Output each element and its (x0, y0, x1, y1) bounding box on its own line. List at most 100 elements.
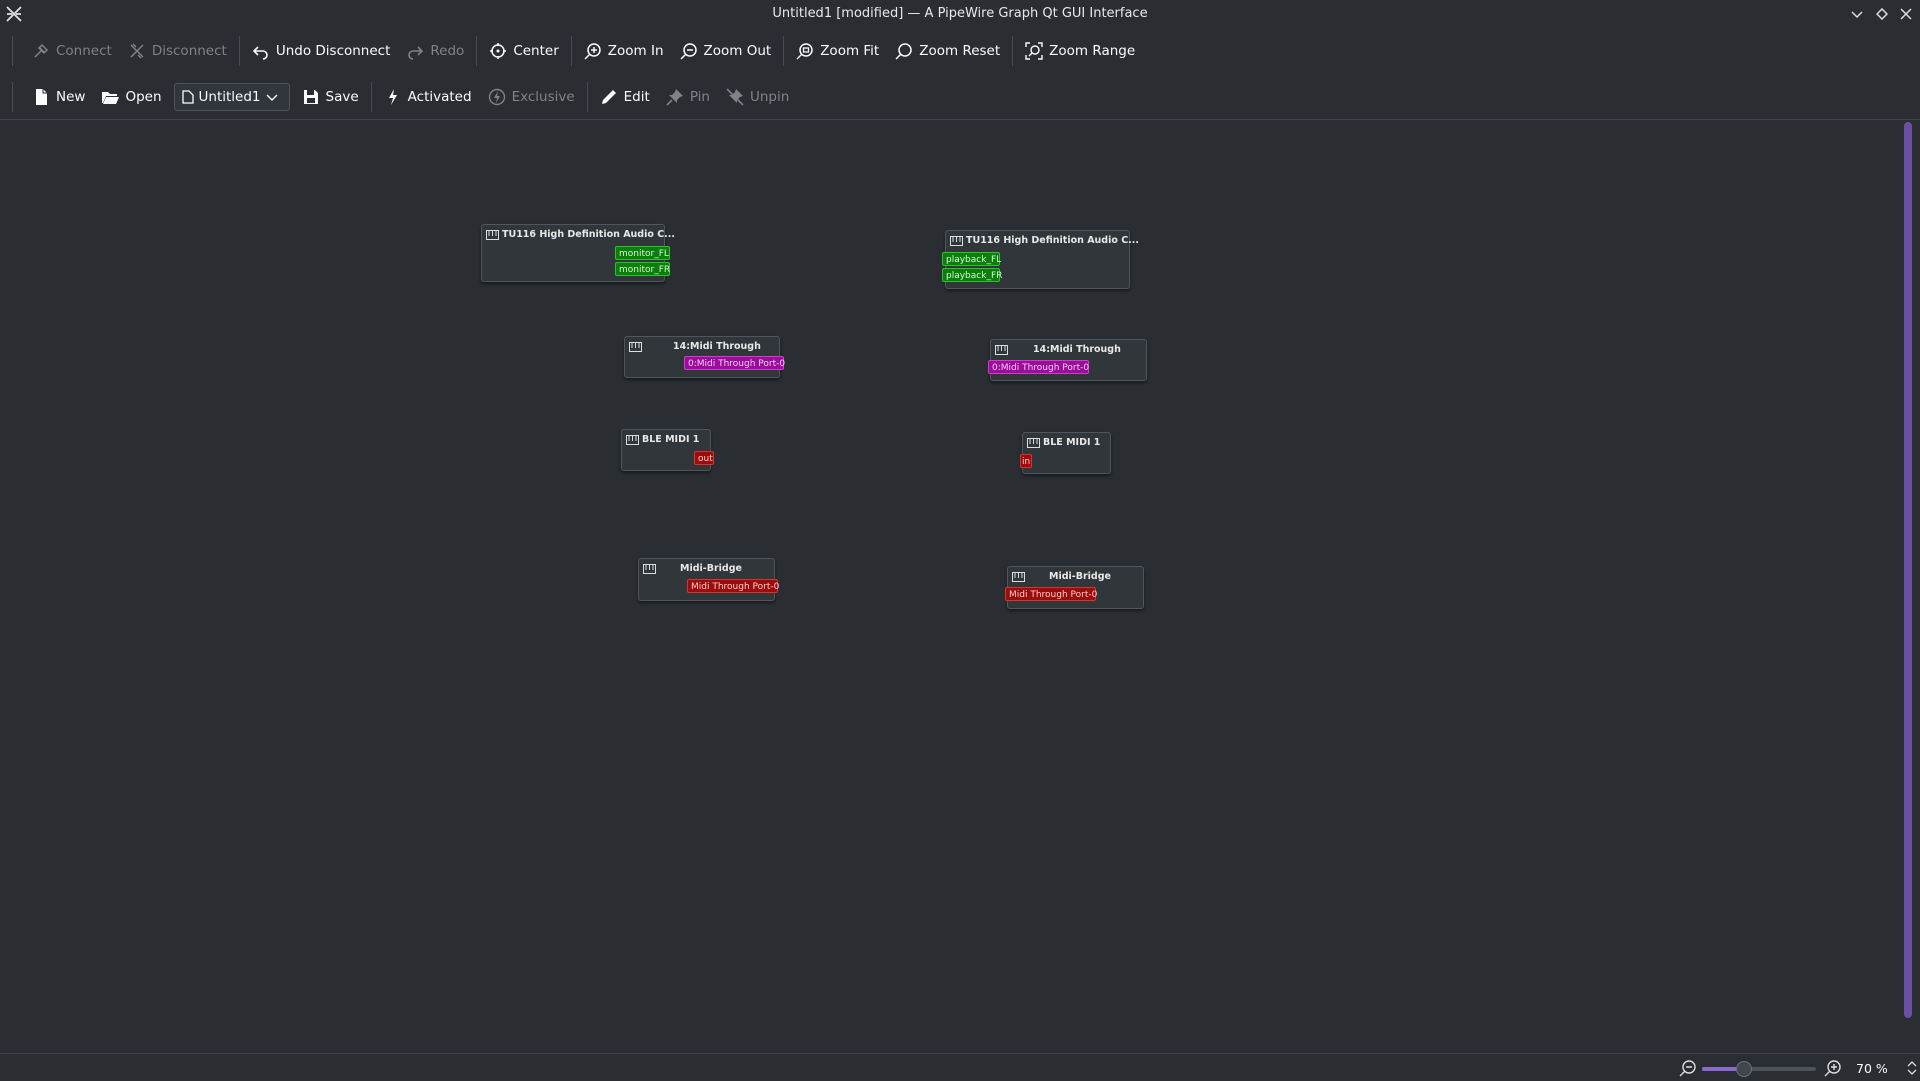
status-bar: 70 % (0, 1053, 1920, 1081)
disconnect-button[interactable]: Disconnect (120, 35, 235, 67)
activated-toggle[interactable]: Activated (376, 81, 480, 113)
node-title: TU116 High Definition Audio C... (502, 229, 675, 240)
new-file-icon (36, 89, 47, 105)
save-icon (303, 90, 318, 104)
node-audio-input[interactable]: TU116 High Definition Audio C... playbac… (942, 230, 1139, 289)
port-monitor-fl[interactable]: monitor_FL (615, 246, 670, 260)
node-title: Midi-Bridge (680, 563, 742, 574)
new-button[interactable]: New (24, 81, 93, 113)
port-midi-through-0[interactable]: 0:Midi Through Port-0 (988, 360, 1089, 374)
zoom-in-icon[interactable] (1824, 1059, 1842, 1077)
zoom-fit-button[interactable]: Zoom Fit (788, 35, 887, 67)
save-button[interactable]: Save (294, 81, 367, 113)
patchbay-selector[interactable]: Untitled1 (173, 83, 290, 111)
view-toolbar: Connect Disconnect Undo Disconnect Redo … (0, 28, 1920, 74)
zoom-in-icon (584, 43, 601, 60)
zoom-reset-button[interactable]: Zoom Reset (887, 35, 1008, 67)
redo-button[interactable]: Redo (398, 35, 472, 67)
disconnect-icon (130, 43, 144, 59)
undo-icon (252, 46, 268, 60)
port-midi-through-0[interactable]: 0:Midi Through Port-0 (684, 356, 785, 370)
edit-button[interactable]: Edit (592, 81, 658, 113)
port-midi-bridge-in[interactable]: Midi Through Port-0 (1005, 587, 1097, 601)
exclusive-toggle[interactable]: Exclusive (480, 81, 583, 113)
toolbar-separator (1012, 36, 1014, 66)
zoom-out-icon[interactable] (1679, 1059, 1697, 1077)
zoom-fit-icon (796, 43, 813, 60)
connect-icon (34, 43, 49, 58)
zoom-slider-handle[interactable] (1736, 1061, 1752, 1077)
zoom-value: 70 % (1856, 1060, 1888, 1076)
toolbar-separator (476, 36, 478, 66)
node-midi-through-input[interactable]: 14:Midi Through 0:Midi Through Port-0 (988, 339, 1147, 381)
node-ble-midi-output[interactable]: BLE MIDI 1 out (621, 429, 714, 471)
zoom-range-button[interactable]: Zoom Range (1017, 35, 1143, 67)
toolbar-separator (783, 36, 785, 66)
graph-canvas[interactable]: TU116 High Definition Audio C... monitor… (0, 120, 1902, 1053)
node-midi-icon (1027, 437, 1040, 448)
exclusive-lightning-icon (488, 88, 505, 106)
open-button[interactable]: Open (93, 81, 169, 113)
zoom-reset-icon (895, 43, 912, 60)
pin-button[interactable]: Pin (658, 81, 718, 113)
zoom-range-icon (1025, 42, 1043, 60)
unpin-icon (726, 88, 744, 106)
title-bar: Untitled1 [modified] — A PipeWire Graph … (0, 0, 1920, 28)
toolbar-separator (238, 36, 240, 66)
document-icon (181, 90, 194, 104)
diamond-icon (1876, 8, 1888, 20)
node-midi-through-output[interactable]: 14:Midi Through 0:Midi Through Port-0 (624, 336, 785, 378)
node-title: TU116 High Definition Audio C... (966, 235, 1139, 246)
vertical-scrollbar[interactable] (1904, 122, 1912, 1018)
node-audio-icon (486, 229, 499, 240)
center-icon (490, 43, 507, 59)
port-ble-in[interactable]: in (1020, 454, 1032, 468)
patchbay-toolbar: New Open Untitled1 Save Activated Exclus… (0, 74, 1920, 120)
minimize-button[interactable] (1847, 4, 1867, 24)
connect-button[interactable]: Connect (24, 35, 120, 67)
port-monitor-fr[interactable]: monitor_FR (615, 262, 670, 276)
close-button[interactable] (1896, 4, 1916, 24)
node-audio-output[interactable]: TU116 High Definition Audio C... monitor… (481, 224, 675, 282)
zoom-out-icon (679, 43, 697, 60)
pencil-icon (601, 90, 616, 104)
redo-icon (408, 46, 424, 60)
toolbar-grip[interactable] (12, 82, 16, 112)
unpin-button[interactable]: Unpin (718, 81, 797, 113)
center-button[interactable]: Center (481, 35, 566, 67)
port-midi-bridge-out[interactable]: Midi Through Port-0 (687, 579, 779, 593)
lightning-icon (388, 89, 397, 105)
node-midi-icon (626, 434, 639, 445)
node-title: 14:Midi Through (1033, 344, 1121, 355)
chevron-down-icon (266, 94, 278, 101)
node-midi-bridge-input[interactable]: Midi-Bridge Midi Through Port-0 (1005, 566, 1144, 609)
close-icon (1900, 8, 1912, 20)
node-ble-midi-input[interactable]: BLE MIDI 1 in (1020, 432, 1111, 474)
window-title: Untitled1 [modified] — A PipeWire Graph … (772, 6, 1148, 21)
port-playback-fr[interactable]: playback_FR (942, 268, 1002, 282)
folder-open-icon (102, 92, 120, 104)
node-title: BLE MIDI 1 (642, 434, 700, 445)
node-title: Midi-Bridge (1049, 571, 1111, 582)
zoom-spinbox[interactable]: 70 % (1852, 1058, 1918, 1078)
toolbar-separator (570, 36, 572, 66)
zoom-out-button[interactable]: Zoom Out (672, 35, 780, 67)
node-midi-bridge-output[interactable]: Midi-Bridge Midi Through Port-0 (638, 558, 779, 601)
toolbar-separator (586, 82, 588, 112)
undo-disconnect-button[interactable]: Undo Disconnect (244, 35, 399, 67)
chevron-down-icon (1851, 11, 1863, 19)
zoom-in-button[interactable]: Zoom In (576, 35, 672, 67)
pin-icon (666, 89, 683, 106)
toolbar-separator (370, 82, 372, 112)
node-midi-icon (995, 344, 1008, 355)
node-midi-icon (629, 341, 642, 352)
spin-arrows-icon[interactable] (1906, 1059, 1918, 1077)
node-title: BLE MIDI 1 (1043, 437, 1101, 448)
node-audio-icon (950, 235, 963, 246)
node-midi-icon (643, 563, 656, 574)
port-ble-out[interactable]: out (694, 451, 714, 465)
port-playback-fl[interactable]: playback_FL (942, 252, 1001, 266)
toolbar-grip[interactable] (12, 36, 16, 66)
maximize-button[interactable] (1872, 4, 1892, 24)
node-midi-icon (1012, 571, 1025, 582)
